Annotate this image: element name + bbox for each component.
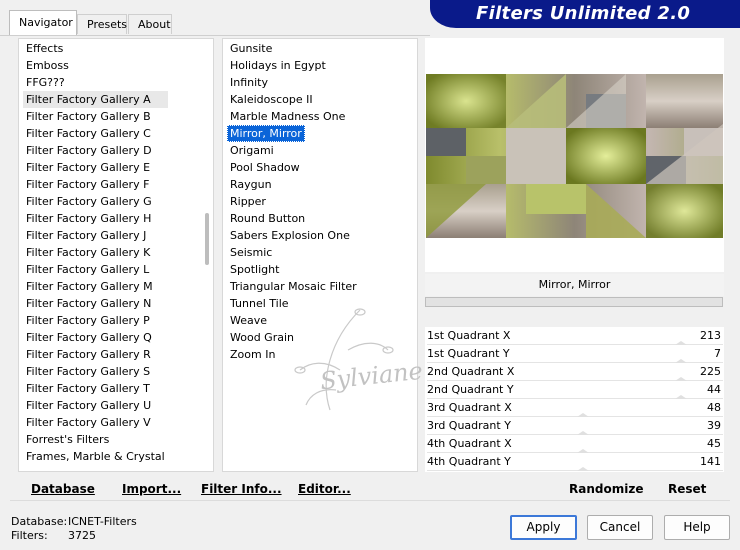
product-banner: Filters Unlimited 2.0: [430, 0, 740, 28]
preview-filter-name: Mirror, Mirror: [425, 274, 724, 296]
parameter-name: 2nd Quadrant X: [427, 365, 515, 378]
filter-item[interactable]: Sabers Explosion One: [227, 227, 360, 244]
parameter-slider[interactable]: 3rd Quadrant X 48: [427, 399, 723, 417]
filter-item[interactable]: Holidays in Egypt: [227, 57, 360, 74]
divider: [10, 500, 730, 501]
cancel-button[interactable]: Cancel: [587, 515, 653, 540]
filter-info-button[interactable]: Filter Info...: [201, 482, 282, 496]
reset-button[interactable]: Reset: [668, 482, 706, 496]
filter-item[interactable]: Origami: [227, 142, 360, 159]
preview-image: [426, 74, 723, 238]
filter-item[interactable]: Marble Madness One: [227, 108, 360, 125]
parameter-slider[interactable]: 4th Quadrant X 45: [427, 435, 723, 453]
category-item[interactable]: Filter Factory Gallery U: [23, 397, 168, 414]
filter-item[interactable]: Seismic: [227, 244, 360, 261]
randomize-button[interactable]: Randomize: [569, 482, 643, 496]
database-label: Database:: [11, 515, 68, 528]
tab-about[interactable]: About: [128, 14, 172, 34]
parameter-value: 44: [707, 383, 721, 396]
preview-area: Mirror, Mirror: [425, 38, 724, 296]
category-item[interactable]: Filter Factory Gallery A: [23, 91, 168, 108]
category-item[interactable]: Frames, Marble & Crystal: [23, 448, 168, 465]
filter-item[interactable]: Mirror, Mirror: [227, 125, 305, 142]
apply-button[interactable]: Apply: [510, 515, 577, 540]
filter-item[interactable]: Gunsite: [227, 40, 360, 57]
category-list[interactable]: Effects Emboss FFG??? Filter Factory Galler…: [18, 38, 214, 472]
parameter-slider[interactable]: 2nd Quadrant X 225: [427, 363, 723, 381]
category-item[interactable]: Forrest's Filters: [23, 431, 168, 448]
category-item[interactable]: Filter Factory Gallery M: [23, 278, 168, 295]
parameter-name: 3rd Quadrant X: [427, 401, 512, 414]
parameter-name: 4th Quadrant Y: [427, 455, 511, 468]
tab-navigator[interactable]: Navigator: [9, 10, 77, 36]
filter-item[interactable]: Round Button: [227, 210, 360, 227]
filter-item[interactable]: Spotlight: [227, 261, 360, 278]
category-item[interactable]: Filter Factory Gallery G: [23, 193, 168, 210]
help-button[interactable]: Help: [664, 515, 730, 540]
parameter-name: 3rd Quadrant Y: [427, 419, 511, 432]
parameter-value: 7: [714, 347, 721, 360]
editor-button[interactable]: Editor...: [298, 482, 351, 496]
category-item[interactable]: Filter Factory Gallery E: [23, 159, 168, 176]
category-items: Effects Emboss FFG??? Filter Factory Galler…: [23, 40, 168, 465]
category-item[interactable]: Filter Factory Gallery C: [23, 125, 168, 142]
tab-bar: Navigator Presets About: [0, 0, 430, 36]
filters-count-value: 3725: [68, 529, 96, 542]
filters-count-label: Filters:: [11, 529, 48, 542]
banner-title: Filters Unlimited 2.0: [476, 3, 691, 24]
tab-presets[interactable]: Presets: [77, 14, 127, 34]
category-item[interactable]: Filter Factory Gallery S: [23, 363, 168, 380]
progress-bar: [425, 297, 723, 307]
slider-thumb[interactable]: [577, 467, 589, 471]
parameter-name: 2nd Quadrant Y: [427, 383, 514, 396]
parameter-slider[interactable]: 1st Quadrant X 213: [427, 327, 723, 345]
parameter-slider[interactable]: 2nd Quadrant Y 44: [427, 381, 723, 399]
filter-item[interactable]: Raygun: [227, 176, 360, 193]
parameter-slider[interactable]: 4th Quadrant Y 141: [427, 453, 723, 471]
category-item[interactable]: Filter Factory Gallery V: [23, 414, 168, 431]
category-item[interactable]: Filter Factory Gallery K: [23, 244, 168, 261]
category-scrollbar-thumb[interactable]: [205, 213, 209, 265]
filter-item[interactable]: Kaleidoscope II: [227, 91, 360, 108]
database-button[interactable]: Database: [31, 482, 95, 496]
category-item[interactable]: Filter Factory Gallery N: [23, 295, 168, 312]
parameter-value: 141: [700, 455, 721, 468]
parameter-value: 48: [707, 401, 721, 414]
category-item[interactable]: Filter Factory Gallery H: [23, 210, 168, 227]
parameter-name: 4th Quadrant X: [427, 437, 512, 450]
import-button[interactable]: Import...: [122, 482, 181, 496]
category-item[interactable]: Filter Factory Gallery L: [23, 261, 168, 278]
category-item[interactable]: Filter Factory Gallery P: [23, 312, 168, 329]
parameter-value: 45: [707, 437, 721, 450]
category-item[interactable]: Filter Factory Gallery D: [23, 142, 168, 159]
parameter-slider[interactable]: 1st Quadrant Y 7: [427, 345, 723, 363]
category-item[interactable]: Filter Factory Gallery B: [23, 108, 168, 125]
filter-item[interactable]: Triangular Mosaic Filter: [227, 278, 360, 295]
category-item[interactable]: Filter Factory Gallery J: [23, 227, 168, 244]
parameter-name: 1st Quadrant Y: [427, 347, 510, 360]
category-item[interactable]: Filter Factory Gallery T: [23, 380, 168, 397]
tab-underline: [0, 35, 430, 36]
filter-item[interactable]: Infinity: [227, 74, 360, 91]
parameter-name: 1st Quadrant X: [427, 329, 511, 342]
category-item[interactable]: Emboss: [23, 57, 168, 74]
parameter-value: 213: [700, 329, 721, 342]
filter-item[interactable]: Ripper: [227, 193, 360, 210]
parameter-value: 225: [700, 365, 721, 378]
category-item[interactable]: Effects: [23, 40, 168, 57]
filter-item[interactable]: Pool Shadow: [227, 159, 360, 176]
category-item[interactable]: Filter Factory Gallery Q: [23, 329, 168, 346]
category-item[interactable]: Filter Factory Gallery F: [23, 176, 168, 193]
category-item[interactable]: FFG???: [23, 74, 168, 91]
parameter-value: 39: [707, 419, 721, 432]
database-value: ICNET-Filters: [68, 515, 137, 528]
parameter-slider[interactable]: 3rd Quadrant Y 39: [427, 417, 723, 435]
category-item[interactable]: Filter Factory Gallery R: [23, 346, 168, 363]
